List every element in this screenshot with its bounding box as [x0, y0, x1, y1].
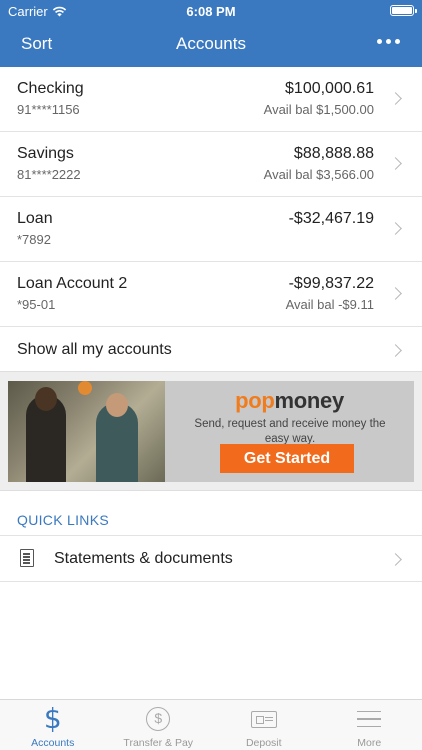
account-row-savings[interactable]: Savings 81****2222 $88,888.88 Avail bal … [0, 132, 422, 197]
popmoney-logo: popmoney [235, 388, 344, 413]
account-balance: -$99,837.22 [288, 275, 374, 292]
tab-deposit[interactable]: Deposit [211, 700, 317, 750]
promo-section: popmoney Send, request and receive money… [0, 371, 422, 491]
account-balance: -$32,467.19 [288, 210, 374, 227]
get-started-button[interactable]: Get Started [220, 444, 354, 473]
promo-tagline: Send, request and receive money the easy… [194, 418, 386, 445]
account-name: Loan Account 2 [17, 275, 128, 292]
available-balance: Avail bal -$9.11 [285, 297, 374, 312]
account-row-checking[interactable]: Checking 91****1156 $100,000.61 Avail ba… [0, 67, 422, 132]
account-balance: $88,888.88 [293, 145, 374, 162]
more-icon[interactable] [377, 39, 400, 44]
show-all-accounts-label: Show all my accounts [17, 341, 172, 358]
quick-link-statements[interactable]: Statements & documents [0, 535, 422, 582]
quick-links-header: QUICK LINKS [17, 512, 109, 528]
chevron-right-icon [389, 553, 402, 566]
battery-icon [390, 5, 417, 16]
account-number: *7892 [17, 232, 51, 247]
popmoney-banner[interactable]: popmoney Send, request and receive money… [8, 381, 414, 482]
sort-button[interactable]: Sort [21, 34, 52, 54]
check-deposit-icon [211, 705, 317, 733]
dollar-icon: $ [43, 702, 62, 735]
available-balance: Avail bal $3,566.00 [263, 167, 374, 182]
tab-bar: $ Accounts $ Transfer & Pay Deposit More [0, 699, 422, 750]
header: Carrier 6:08 PM Sort Accounts [0, 0, 422, 67]
account-number: *95-01 [17, 297, 56, 312]
quick-link-label: Statements & documents [54, 550, 233, 567]
account-row-loan[interactable]: Loan *7892 -$32,467.19 [0, 197, 422, 262]
tab-label: Deposit [245, 737, 282, 749]
tab-transfer-pay[interactable]: $ Transfer & Pay [106, 700, 212, 750]
document-icon [20, 549, 34, 567]
chevron-right-icon [389, 287, 402, 300]
tab-more[interactable]: More [317, 700, 422, 750]
tab-accounts[interactable]: $ Accounts [0, 700, 106, 750]
available-balance: Avail bal $1,500.00 [263, 102, 374, 117]
page-title: Accounts [176, 34, 246, 53]
account-name: Checking [17, 80, 84, 97]
chevron-right-icon [389, 157, 402, 170]
account-list: Checking 91****1156 $100,000.61 Avail ba… [0, 67, 422, 374]
account-number: 91****1156 [17, 102, 80, 117]
chevron-right-icon [389, 92, 402, 105]
nav-bar: Sort Accounts [0, 22, 422, 67]
account-balance: $100,000.61 [285, 80, 374, 97]
promo-photo [8, 381, 165, 482]
tab-label: Accounts [31, 737, 75, 749]
status-bar: Carrier 6:08 PM [0, 0, 422, 22]
account-row-loan-account-2[interactable]: Loan Account 2 *95-01 -$99,837.22 Avail … [0, 262, 422, 327]
tab-label: Transfer & Pay [123, 737, 194, 749]
chevron-right-icon [389, 344, 402, 357]
show-all-accounts-row[interactable]: Show all my accounts [0, 327, 422, 374]
account-name: Loan [17, 210, 53, 227]
account-number: 81****2222 [17, 167, 81, 182]
status-time: 6:08 PM [186, 4, 236, 19]
tab-label: More [357, 737, 382, 749]
transfer-icon: $ [106, 705, 212, 733]
menu-icon [317, 705, 422, 733]
account-name: Savings [17, 145, 74, 162]
chevron-right-icon [389, 222, 402, 235]
